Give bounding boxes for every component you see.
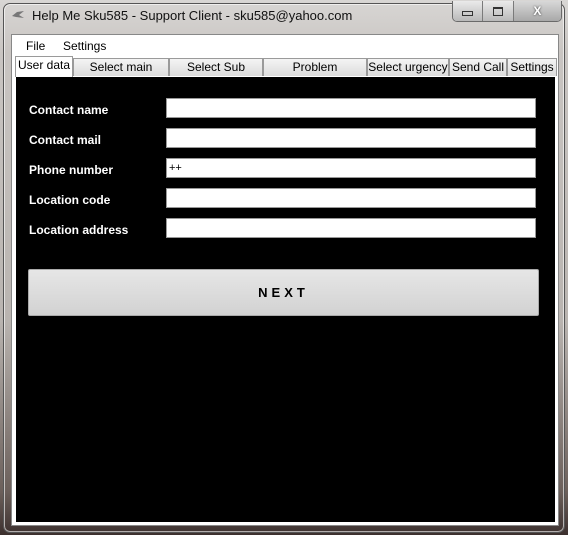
app-icon [12,11,24,18]
minimize-icon [462,11,474,16]
contact-name-input[interactable] [166,98,536,118]
phone-number-label: Phone number [29,163,114,177]
user-data-panel: Contact name Contact mail Phone number L… [16,77,555,522]
client-area: File Settings User data Select main grou… [11,34,559,526]
window-controls: X [452,1,562,22]
contact-name-label: Contact name [29,103,109,117]
location-address-label: Location address [29,223,129,237]
tab-select-urgency[interactable]: Select urgency [367,58,449,76]
close-button[interactable]: X [513,1,561,21]
tab-send-call[interactable]: Send Call [449,58,507,76]
menu-file[interactable]: File [26,39,45,53]
tab-select-sub-group[interactable]: Select Sub group [169,58,263,91]
contact-mail-input[interactable] [166,128,536,148]
phone-number-input[interactable] [166,158,536,178]
maximize-icon [493,6,504,16]
tab-strip: User data Select main group Select Sub g… [15,56,557,91]
tab-settings[interactable]: Settings [507,58,557,76]
maximize-button[interactable] [483,1,514,21]
tab-select-main-group[interactable]: Select main group [73,58,169,91]
tab-user-data[interactable]: User data [15,56,73,77]
location-code-label: Location code [29,193,111,207]
location-address-input[interactable] [166,218,536,238]
next-button[interactable]: NEXT [28,269,539,316]
close-icon: X [533,4,542,18]
contact-mail-label: Contact mail [29,133,102,147]
tab-problem-description[interactable]: Problem description [263,58,367,91]
menu-bar: File Settings [12,35,558,55]
menu-settings[interactable]: Settings [63,39,106,53]
location-code-input[interactable] [166,188,536,208]
window-title: Help Me Sku585 - Support Client - sku585… [32,8,353,23]
minimize-button[interactable] [453,1,484,21]
